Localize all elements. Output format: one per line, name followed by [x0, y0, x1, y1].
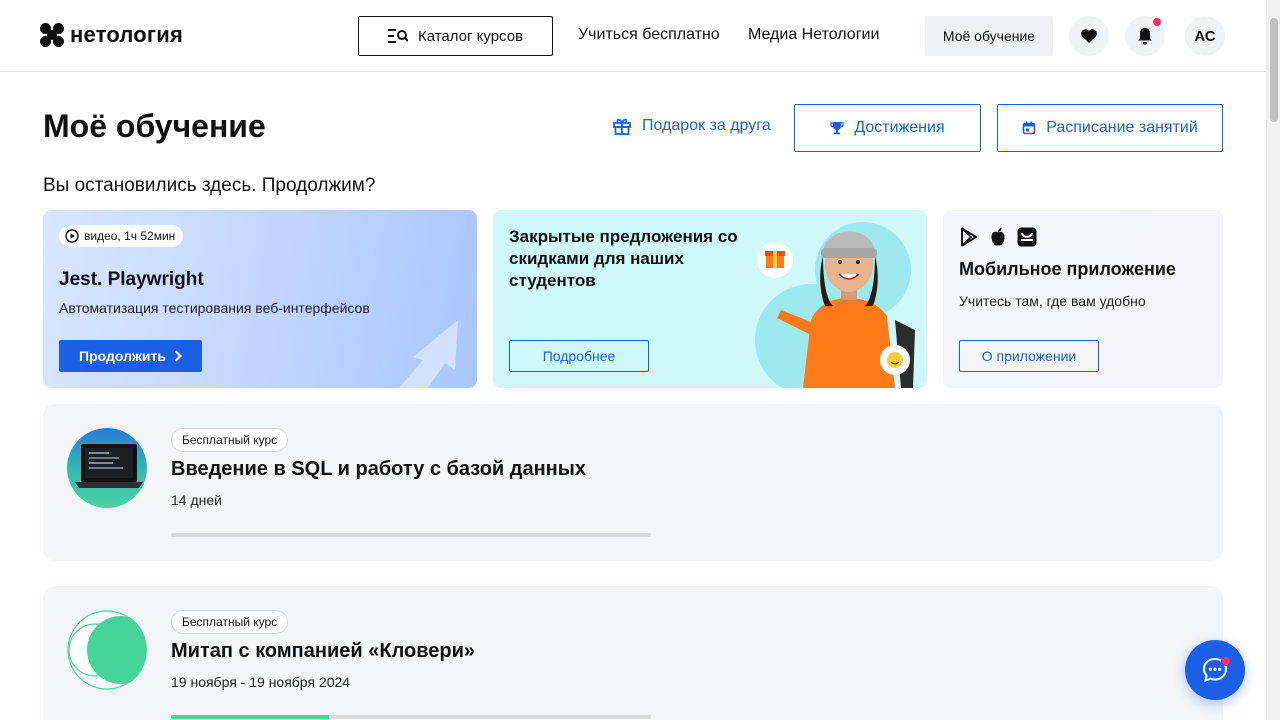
achievements-button[interactable]: Достижения: [794, 104, 981, 152]
continue-button-label: Продолжить: [79, 348, 166, 364]
play-circle-icon: [65, 229, 79, 243]
about-app-button[interactable]: О приложении: [959, 340, 1099, 372]
growth-arrow-icon: [399, 320, 458, 388]
course-progress-bar: [171, 715, 651, 719]
video-lesson-subtitle: Автоматизация тестирования веб-интерфейс…: [59, 300, 370, 316]
promo-details-button[interactable]: Подробнее: [509, 340, 649, 372]
calendar-icon: [1022, 121, 1036, 135]
achievements-label: Достижения: [854, 119, 945, 136]
trophy-icon: [830, 122, 844, 135]
chat-unread-dot: [1221, 656, 1231, 666]
course-card-meetup[interactable]: Бесплатный курс Митап с компанией «Клове…: [43, 586, 1223, 720]
clovery-logo-icon: [67, 610, 147, 690]
course-thumbnail-clovery: [67, 610, 147, 690]
schedule-button[interactable]: Расписание занятий: [997, 104, 1223, 152]
course-duration: 14 дней: [171, 492, 222, 508]
continue-video-card[interactable]: видео, 1ч 52мин Jest. Playwright Автомат…: [43, 210, 477, 388]
page-scrollbar[interactable]: [1266, 0, 1280, 720]
schedule-label: Расписание занятий: [1046, 119, 1198, 136]
promo-title: Закрытые предложения со скидками для наш…: [509, 227, 738, 290]
notification-dot: [1152, 17, 1162, 27]
app-store-icons: [959, 227, 1037, 247]
mobile-app-card[interactable]: Мобильное приложение Учитесь там, где ва…: [943, 210, 1223, 388]
avatar-initials: АС: [1194, 27, 1216, 45]
course-dates: 19 ноября - 19 ноября 2024: [171, 674, 351, 690]
huawei-appgallery-icon[interactable]: [1017, 227, 1037, 247]
page-title: Моё обучение: [43, 108, 266, 144]
apple-icon[interactable]: [989, 227, 1007, 247]
support-chat-button[interactable]: [1185, 640, 1245, 700]
course-title[interactable]: Введение в SQL и работу с базой данных: [171, 458, 586, 481]
course-progress-fill: [171, 715, 330, 719]
logo-text: нетология: [70, 22, 184, 47]
free-course-badge: Бесплатный курс: [171, 428, 289, 452]
heart-icon: [1081, 29, 1097, 43]
continue-heading: Вы остановились здесь. Продолжим?: [43, 175, 376, 196]
student-offers-card[interactable]: Закрытые предложения со скидками для наш…: [493, 210, 927, 388]
continue-button[interactable]: Продолжить: [59, 340, 202, 372]
scrollbar-thumb[interactable]: [1270, 18, 1278, 122]
laptop-icon: [67, 428, 147, 508]
mobile-app-title: Мобильное приложение: [959, 259, 1176, 279]
student-girl-illustration: [755, 222, 915, 388]
free-course-badge: Бесплатный курс: [171, 610, 289, 634]
chevron-right-icon: [174, 350, 182, 362]
video-duration-badge: видео, 1ч 52мин: [59, 225, 184, 247]
video-duration-text: видео, 1ч 52мин: [84, 229, 176, 243]
notifications-button[interactable]: [1125, 16, 1165, 56]
search-list-icon: [387, 29, 408, 43]
top-header: нетология Каталог курсов Учиться бесплат…: [0, 0, 1266, 72]
nav-link-learn-free[interactable]: Учиться бесплатно: [578, 26, 720, 44]
bell-icon: [1138, 28, 1152, 45]
course-title[interactable]: Митап с компанией «Кловери»: [171, 640, 475, 663]
catalog-label: Каталог курсов: [417, 27, 524, 45]
nav-link-media[interactable]: Медиа Нетологии: [748, 26, 879, 44]
favorites-button[interactable]: [1069, 16, 1109, 56]
gift-link-label: Подарок за друга: [642, 117, 771, 134]
video-lesson-title: Jest. Playwright: [59, 269, 204, 290]
my-learning-button[interactable]: Моё обучение: [925, 16, 1053, 56]
user-avatar[interactable]: АС: [1185, 16, 1225, 56]
gift-for-friend-link[interactable]: Подарок за друга: [612, 116, 771, 136]
course-thumbnail-laptop: [67, 428, 147, 508]
catalog-button[interactable]: Каталог курсов: [358, 16, 553, 56]
course-card-sql[interactable]: Бесплатный курс Введение в SQL и работу …: [43, 404, 1223, 561]
logo-mark-icon: [40, 23, 64, 47]
google-play-icon[interactable]: [959, 227, 979, 247]
mobile-app-subtitle: Учитесь там, где вам удобно: [959, 293, 1146, 309]
gift-icon: [613, 118, 631, 135]
course-progress-bar: [171, 533, 651, 537]
netology-logo[interactable]: нетология: [40, 22, 183, 48]
